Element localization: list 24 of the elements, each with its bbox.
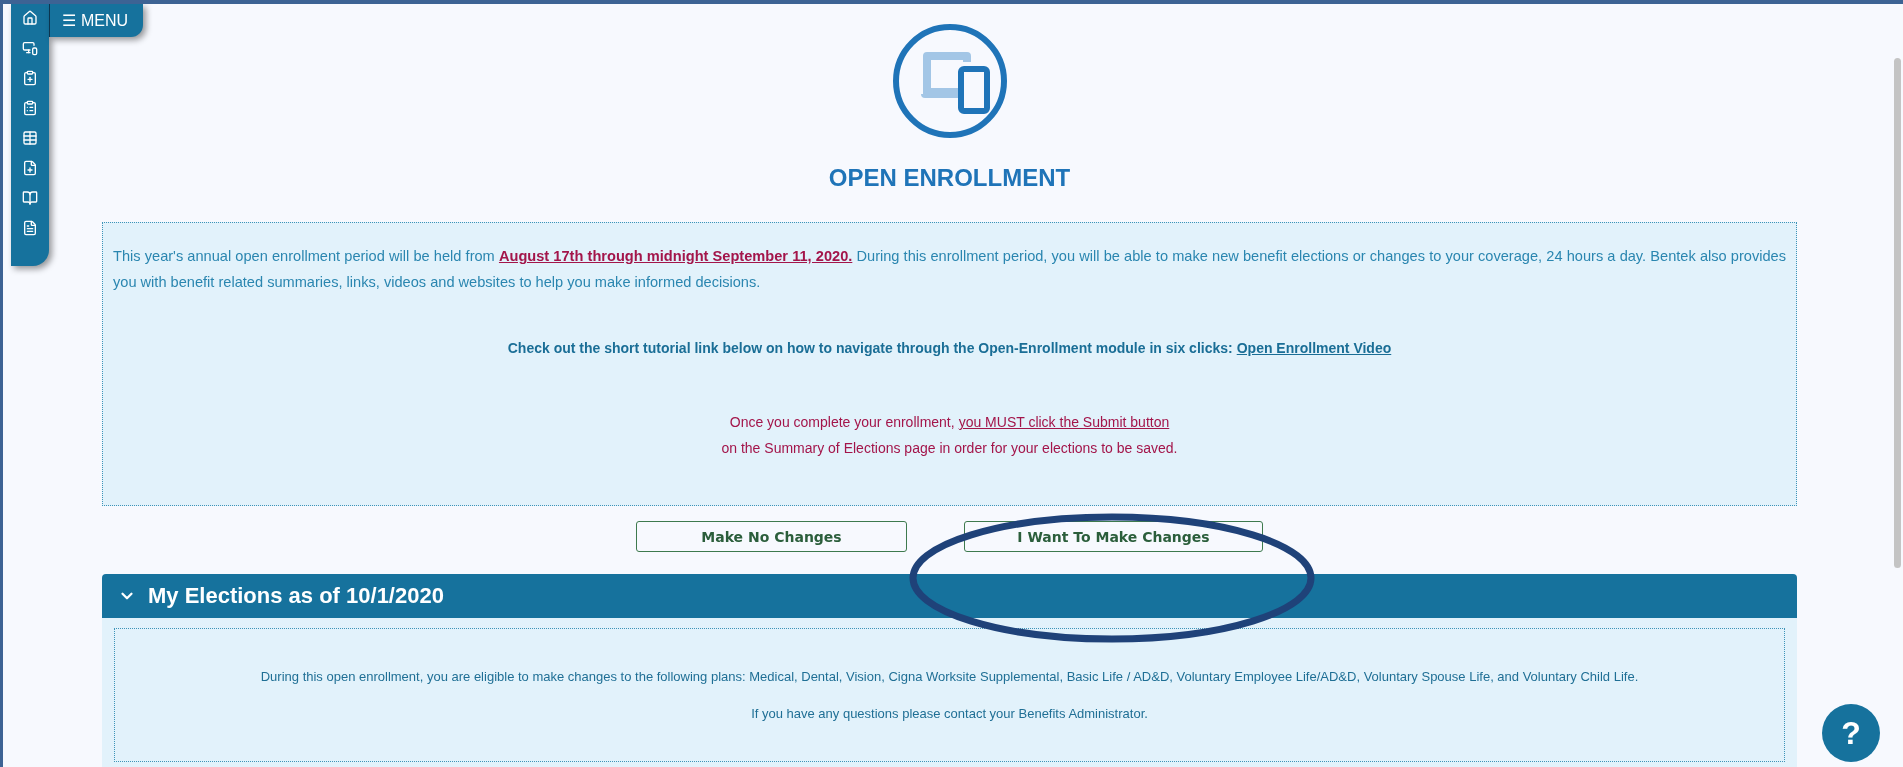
section-header[interactable]: My Elections as of 10/1/2020 [102, 574, 1797, 618]
submit-link[interactable]: you MUST click the Submit button [958, 414, 1170, 430]
intro-paragraph: This year's annual open enrollment period will be held from August 17th through midnight September 11, 2020. During this enrollment period, you will be able to make new benefit elections or changes to your coverage, 24 hours a day. Bentek also provides you with benefit related summaries, links, videos and websites to help you make informed decisions. [113, 247, 1786, 292]
book-icon[interactable] [22, 190, 38, 206]
action-button[interactable]: Make No Changes [636, 521, 907, 552]
table-icon[interactable] [22, 130, 38, 146]
info-text: During this open enrollment, you are eligible to make changes to the following plans: Medical, Dental, Vision, Cigna Worksite Supplemental, Basic Life / AD&D, Voluntary Employee Life/AD&D, Voluntary Spouse Life, and Voluntary Child Life. [260, 669, 1639, 684]
clipboard-plus-icon[interactable] [22, 70, 38, 86]
devices-logo-icon [890, 22, 1009, 140]
clipboard-list-icon[interactable] [22, 100, 38, 116]
menu-button[interactable]: ☰ MENU [49, 4, 143, 37]
video-link[interactable]: Open Enrollment Video [1236, 340, 1392, 356]
info-text: If you have any questions please contact your Benefits Administrator. [751, 706, 1148, 721]
document-icon[interactable] [22, 220, 38, 236]
file-plus-icon[interactable] [22, 160, 38, 176]
warning-text: Once you complete your enrollment, [729, 414, 955, 430]
scrollbar[interactable] [1894, 58, 1901, 568]
help-button[interactable]: ? [1822, 704, 1880, 762]
section-title: My Elections as of 10/1/2020 [148, 583, 444, 609]
tutorial-text: Check out the short tutorial link below on how to navigate through the Open-Enrollment module in six clicks: [507, 340, 1233, 356]
warning-text: on the Summary of Elections page in order for your elections to be saved. [721, 440, 1178, 456]
devices-icon[interactable] [22, 40, 38, 56]
home-icon[interactable] [22, 10, 38, 26]
page-title: OPEN ENROLLMENT [828, 164, 1071, 192]
